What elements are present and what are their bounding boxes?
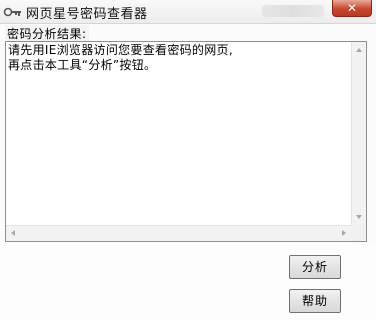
scroll-left-icon[interactable]: [11, 230, 15, 236]
help-button[interactable]: 帮助: [289, 289, 341, 313]
close-icon: ✕: [346, 1, 358, 15]
result-textarea[interactable]: 请先用IE浏览器访问您要查看密码的网页, 再点击本工具“分析”按钮。: [5, 41, 367, 242]
key-icon: [3, 5, 23, 19]
result-text[interactable]: 请先用IE浏览器访问您要查看密码的网页, 再点击本工具“分析”按钮。: [8, 43, 354, 226]
horizontal-scrollbar[interactable]: [6, 225, 351, 241]
scroll-right-icon[interactable]: [342, 230, 346, 236]
close-button[interactable]: ✕: [332, 0, 372, 17]
app-window: 网页星号密码查看器 ✕ 密码分析结果: 请先用IE浏览器访问您要查看密码的网页,…: [0, 0, 376, 320]
scroll-up-icon[interactable]: [356, 48, 362, 52]
title-bar[interactable]: 网页星号密码查看器 ✕: [0, 0, 376, 24]
title-bar-blur: [262, 5, 324, 17]
scroll-down-icon[interactable]: [356, 215, 362, 219]
vertical-scrollbar[interactable]: [351, 42, 366, 225]
window-title: 网页星号密码查看器: [26, 7, 148, 22]
scrollbar-corner: [351, 225, 366, 241]
analyze-button[interactable]: 分析: [289, 255, 341, 279]
result-label: 密码分析结果:: [5, 25, 89, 42]
